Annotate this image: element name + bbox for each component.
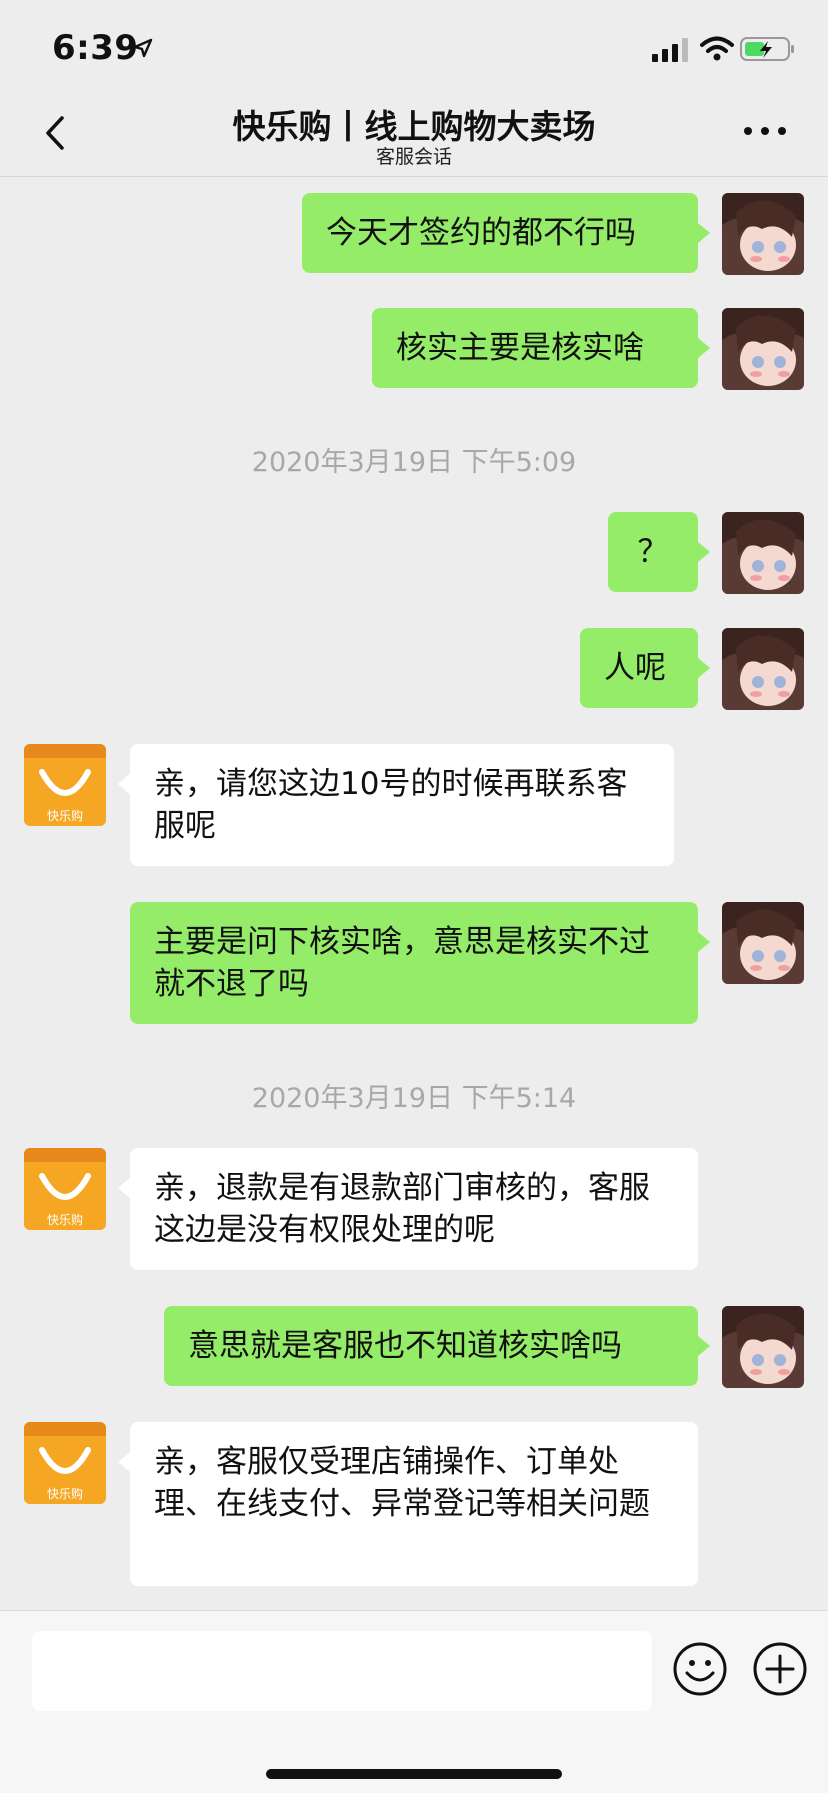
bubble-tail [698,542,710,562]
shopping-bag-icon: 快乐购 [24,1422,106,1504]
message-bubble-sent[interactable]: 人呢 [580,628,698,708]
svg-text:快乐购: 快乐购 [47,808,83,823]
more-dots-icon[interactable] [740,116,790,146]
user-avatar-image [722,308,804,390]
message-bubble-received[interactable]: 亲，客服仅受理店铺操作、订单处理、在线支付、异常登记等相关问题 [130,1422,698,1586]
message-bubble-sent[interactable]: 今天才签约的都不行吗 [302,193,698,273]
shop-avatar[interactable]: 快乐购 [24,1148,106,1230]
chat-title: 快乐购丨线上购物大卖场 [232,107,596,146]
timestamp: 2020年3月19日 下午5:09 [251,447,577,478]
shopping-bag-icon: 快乐购 [24,1148,106,1230]
user-avatar-image [722,512,804,594]
bubble-tail [698,223,710,243]
chat-subtitle: 客服会话 [375,146,452,168]
signal-icon [652,38,688,62]
message-bubble-sent[interactable]: 意思就是客服也不知道核实啥吗 [164,1306,698,1386]
bubble-tail [118,1452,130,1472]
plus-icon[interactable] [752,1641,808,1697]
user-avatar-image [722,628,804,710]
status-bar: 6:39 [0,0,828,90]
user-avatar-image [722,1306,804,1388]
message-input-bar [0,1610,828,1793]
emoji-icon[interactable] [672,1641,728,1697]
message-input[interactable] [32,1631,652,1711]
svg-text:快乐购: 快乐购 [47,1212,83,1227]
timestamp: 2020年3月19日 下午5:14 [251,1083,577,1114]
chat-header: 快乐购丨线上购物大卖场 客服会话 [0,90,828,177]
shopping-bag-icon: 快乐购 [24,744,106,826]
message-bubble-sent[interactable]: 主要是问下核实啥，意思是核实不过就不退了吗 [130,902,698,1024]
message-bubble-sent[interactable]: 核实主要是核实啥 [372,308,698,388]
user-avatar-image [722,902,804,984]
bubble-tail [118,774,130,794]
message-bubble-sent[interactable]: ？ [608,512,698,592]
user-avatar[interactable] [722,1306,804,1388]
bubble-tail [698,932,710,952]
shop-avatar[interactable]: 快乐购 [24,744,106,826]
bubble-tail [698,658,710,678]
message-bubble-received[interactable]: 亲，退款是有退款部门审核的，客服这边是没有权限处理的呢 [130,1148,698,1270]
svg-text:快乐购: 快乐购 [47,1486,83,1501]
location-arrow-icon [133,38,153,58]
bubble-tail [698,338,710,358]
message-bubble-received[interactable]: 亲，请您这边10号的时候再联系客服呢 [130,744,674,866]
wifi-icon [700,36,734,61]
user-avatar[interactable] [722,308,804,390]
battery-icon [740,37,794,61]
home-indicator[interactable] [266,1769,562,1779]
user-avatar[interactable] [722,193,804,275]
bubble-tail [118,1178,130,1198]
user-avatar-image [722,193,804,275]
bubble-tail [698,1336,710,1356]
shop-avatar[interactable]: 快乐购 [24,1422,106,1504]
status-time: 6:39 [52,28,139,68]
user-avatar[interactable] [722,512,804,594]
user-avatar[interactable] [722,902,804,984]
user-avatar[interactable] [722,628,804,710]
